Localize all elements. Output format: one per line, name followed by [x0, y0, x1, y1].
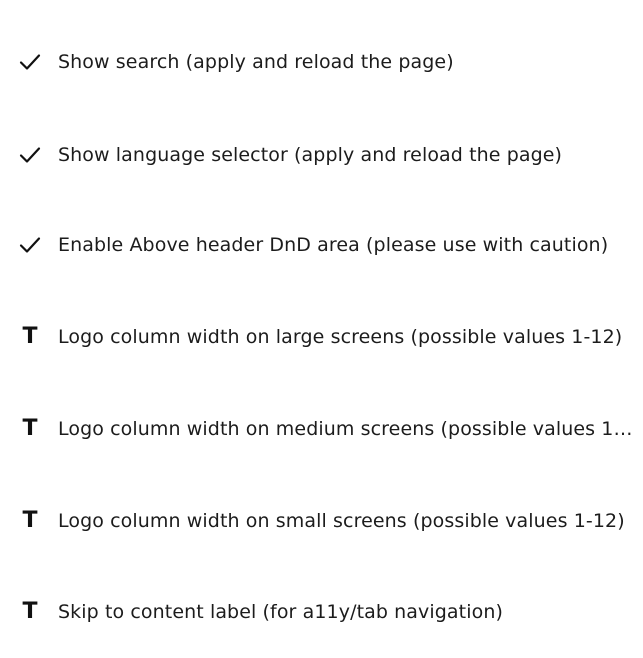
setting-label: Show search (apply and reload the page) — [58, 51, 454, 73]
text-icon: T — [22, 324, 38, 349]
setting-show-language-selector[interactable]: Show language selector (apply and reload… — [0, 125, 643, 185]
setting-logo-width-small[interactable]: T Logo column width on small screens (po… — [0, 491, 643, 551]
text-icon: T — [22, 416, 38, 441]
setting-skip-to-content-label[interactable]: T Skip to content label (for a11y/tab na… — [0, 582, 643, 642]
check-icon — [18, 143, 42, 167]
check-icon — [18, 233, 42, 257]
setting-logo-width-large[interactable]: T Logo column width on large screens (po… — [0, 307, 643, 367]
check-icon — [18, 50, 42, 74]
setting-enable-above-header-dnd[interactable]: Enable Above header DnD area (please use… — [0, 215, 643, 275]
text-icon: T — [22, 508, 38, 533]
setting-label: Logo column width on large screens (poss… — [58, 326, 623, 348]
setting-label: Show language selector (apply and reload… — [58, 144, 563, 166]
setting-label: Logo column width on small screens (poss… — [58, 510, 625, 532]
setting-logo-width-medium[interactable]: T Logo column width on medium screens (p… — [0, 399, 643, 459]
settings-list: Show search (apply and reload the page) … — [0, 0, 643, 658]
setting-label: Logo column width on medium screens (pos… — [58, 418, 635, 440]
setting-show-search[interactable]: Show search (apply and reload the page) — [0, 32, 643, 92]
setting-label: Enable Above header DnD area (please use… — [58, 234, 609, 256]
setting-label: Skip to content label (for a11y/tab navi… — [58, 601, 503, 623]
text-icon: T — [22, 599, 38, 624]
